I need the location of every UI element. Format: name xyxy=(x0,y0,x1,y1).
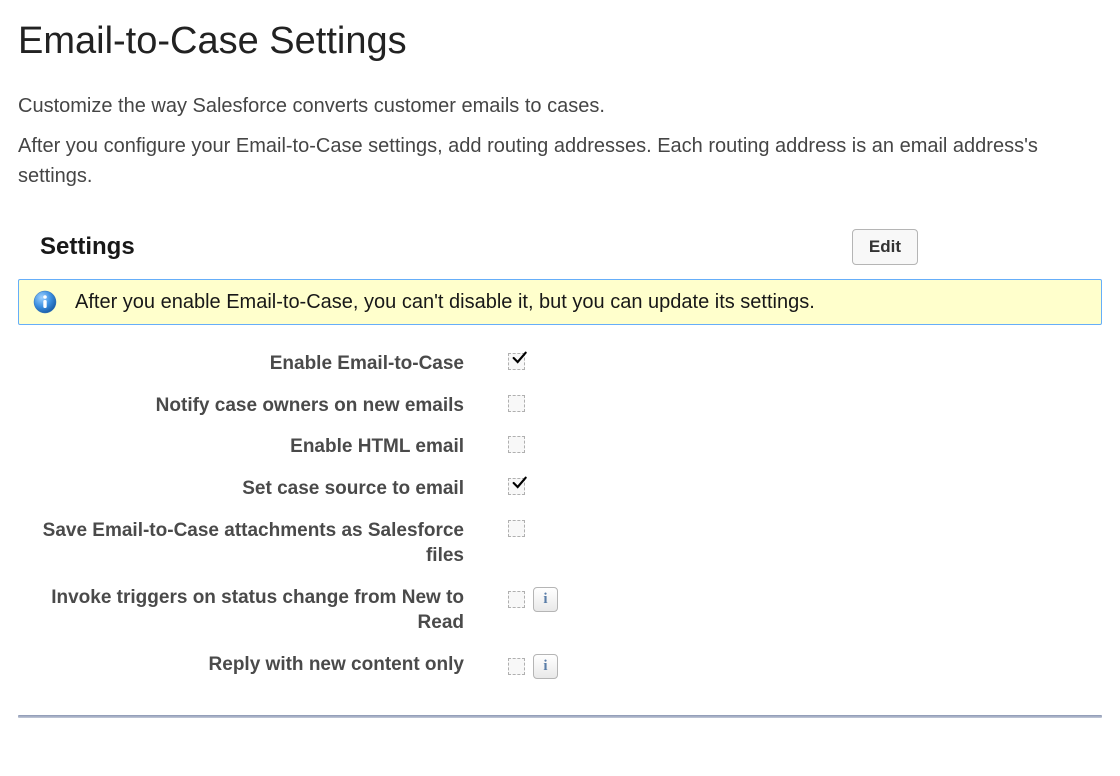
setting-row-enable-email-to-case: Enable Email-to-Case xyxy=(18,343,1102,385)
setting-row-reply-new-content: Reply with new content only i xyxy=(18,644,1102,687)
description-line-1: Customize the way Salesforce converts cu… xyxy=(18,91,1102,121)
info-banner-text: After you enable Email-to-Case, you can'… xyxy=(75,291,815,314)
section-title-settings: Settings xyxy=(40,233,135,261)
setting-label: Enable Email-to-Case xyxy=(18,351,508,377)
section-divider xyxy=(18,715,1102,718)
checkbox-reply-new-content xyxy=(508,658,525,675)
setting-label: Set case source to email xyxy=(18,476,508,502)
checkbox-save-attachments xyxy=(508,520,525,537)
setting-label: Invoke triggers on status change from Ne… xyxy=(18,585,508,636)
checkbox-enable-html-email xyxy=(508,436,525,453)
setting-label: Notify case owners on new emails xyxy=(18,393,508,419)
setting-row-invoke-triggers: Invoke triggers on status change from Ne… xyxy=(18,577,1102,644)
info-banner: After you enable Email-to-Case, you can'… xyxy=(18,279,1102,325)
setting-row-set-case-source: Set case source to email xyxy=(18,468,1102,510)
checkbox-enable-email-to-case xyxy=(508,353,525,370)
info-icon xyxy=(33,290,57,314)
setting-row-notify-case-owners: Notify case owners on new emails xyxy=(18,385,1102,427)
description-line-2: After you configure your Email-to-Case s… xyxy=(18,131,1102,191)
setting-label: Enable HTML email xyxy=(18,434,508,460)
edit-button[interactable]: Edit xyxy=(852,229,918,265)
setting-label: Reply with new content only xyxy=(18,652,508,678)
checkbox-notify-case-owners xyxy=(508,395,525,412)
help-button-invoke-triggers[interactable]: i xyxy=(533,587,558,612)
checkbox-set-case-source xyxy=(508,478,525,495)
setting-row-save-attachments: Save Email-to-Case attachments as Salesf… xyxy=(18,510,1102,577)
page-description: Customize the way Salesforce converts cu… xyxy=(18,91,1102,191)
checkbox-invoke-triggers xyxy=(508,591,525,608)
page-title: Email-to-Case Settings xyxy=(18,20,1102,63)
setting-label: Save Email-to-Case attachments as Salesf… xyxy=(18,518,508,569)
setting-row-enable-html-email: Enable HTML email xyxy=(18,426,1102,468)
help-button-reply-new-content[interactable]: i xyxy=(533,654,558,679)
